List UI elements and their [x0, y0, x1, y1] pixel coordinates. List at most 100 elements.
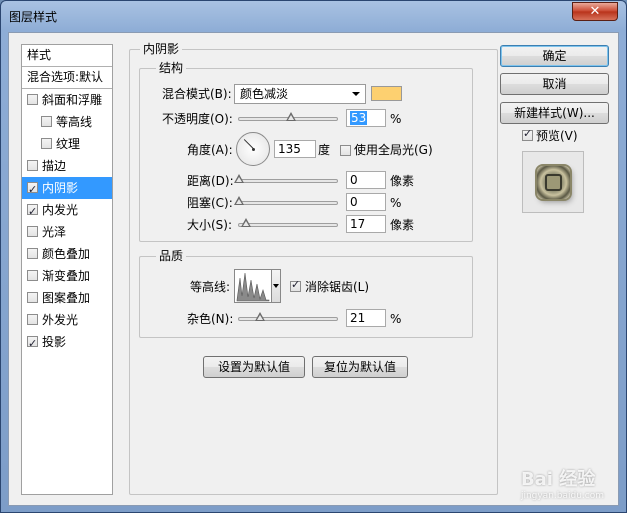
watermark-text: Bai 经验 [520, 469, 596, 490]
distance-label: 距离(D): [187, 174, 234, 188]
style-items: 斜面和浮雕等高线纹理描边内阴影内发光光泽颜色叠加渐变叠加图案叠加外发光投影 [22, 89, 112, 355]
style-item[interactable]: 图案叠加 [22, 287, 112, 309]
quality-title: 品质 [156, 249, 187, 263]
quality-group: 品质 等高线: 消除锯齿(L) 杂色(N): 21 % [139, 249, 473, 338]
size-slider[interactable] [238, 218, 338, 227]
style-item[interactable]: 内阴影 [22, 177, 112, 201]
angle-dial[interactable] [236, 132, 270, 166]
contour-curve-icon [236, 272, 270, 302]
style-item[interactable]: 外发光 [22, 309, 112, 331]
angle-label: 角度(A): [187, 143, 233, 157]
style-item-label: 等高线 [56, 115, 93, 129]
style-item-checkbox[interactable] [41, 138, 52, 149]
cancel-button[interactable]: 取消 [500, 73, 609, 95]
style-preview-thumbnail [522, 151, 584, 213]
style-item-checkbox[interactable] [27, 292, 38, 303]
inner-shadow-group: 内阴影 结构 混合模式(B): 颜色减淡 不透明度(O): 53 % 角度(A)… [129, 42, 498, 495]
style-list: 样式 混合选项:默认 斜面和浮雕等高线纹理描边内阴影内发光光泽颜色叠加渐变叠加图… [21, 44, 113, 495]
blending-options-item[interactable]: 混合选项:默认 [22, 67, 112, 89]
style-item[interactable]: 描边 [22, 155, 112, 177]
style-item[interactable]: 渐变叠加 [22, 265, 112, 287]
opacity-slider[interactable] [238, 112, 338, 121]
angle-center [252, 148, 255, 151]
distance-slider[interactable] [234, 174, 338, 183]
opacity-value: 53 [350, 111, 368, 125]
style-item[interactable]: 颜色叠加 [22, 243, 112, 265]
noise-unit: % [390, 312, 402, 326]
style-item[interactable]: 光泽 [22, 221, 112, 243]
layer-style-dialog: 图层样式 ✕ 样式 混合选项:默认 斜面和浮雕等高线纹理描边内阴影内发光光泽颜色… [0, 0, 627, 513]
noise-slider[interactable] [238, 312, 338, 321]
opacity-label: 不透明度(O): [162, 112, 233, 126]
ok-button[interactable]: 确定 [500, 45, 609, 67]
style-item-checkbox[interactable] [27, 226, 38, 237]
size-input[interactable]: 17 [346, 215, 386, 233]
preview-checkbox[interactable] [522, 127, 533, 141]
reset-default-button[interactable]: 复位为默认值 [312, 356, 408, 378]
opacity-input[interactable]: 53 [346, 109, 386, 127]
style-item-label: 斜面和浮雕 [42, 93, 103, 107]
contour-dropdown-button[interactable] [271, 269, 281, 303]
style-item-label: 光泽 [42, 225, 67, 239]
style-item-checkbox[interactable] [27, 248, 38, 259]
chevron-down-icon [352, 92, 360, 96]
style-item[interactable]: 投影 [22, 331, 112, 355]
noise-slider-thumb[interactable] [254, 312, 265, 322]
window-title: 图层样式 [9, 10, 58, 24]
style-item-label: 图案叠加 [42, 291, 91, 305]
choke-slider[interactable] [234, 196, 338, 205]
style-item-label: 内阴影 [42, 181, 79, 195]
style-item[interactable]: 纹理 [22, 133, 112, 155]
close-button[interactable]: ✕ [572, 2, 618, 21]
preview-tile-image [537, 166, 570, 199]
noise-label: 杂色(N): [187, 312, 234, 326]
baidu-watermark: Bai 经验 jingyan.baidu.com [521, 465, 604, 501]
style-item-checkbox[interactable] [27, 179, 38, 201]
opacity-unit: % [390, 112, 402, 126]
choke-slider-thumb[interactable] [234, 196, 244, 206]
style-item[interactable]: 斜面和浮雕 [22, 89, 112, 111]
distance-slider-thumb[interactable] [234, 174, 244, 184]
style-item-checkbox[interactable] [27, 270, 38, 281]
contour-picker[interactable] [234, 269, 272, 303]
inner-shadow-title: 内阴影 [140, 42, 183, 56]
preview-tile-inner [545, 174, 562, 191]
blend-mode-label: 混合模式(B): [162, 87, 232, 101]
style-item-label: 投影 [42, 335, 67, 349]
global-light-label[interactable]: 使用全局光(G) [354, 142, 433, 158]
style-item-label: 颜色叠加 [42, 247, 91, 261]
global-light-checkbox[interactable] [340, 145, 351, 156]
opacity-slider-thumb[interactable] [285, 112, 296, 122]
distance-input[interactable]: 0 [346, 171, 386, 189]
style-item-checkbox[interactable] [27, 333, 38, 355]
style-item[interactable]: 内发光 [22, 199, 112, 223]
style-item-label: 外发光 [42, 313, 79, 327]
dialog-client-area: 样式 混合选项:默认 斜面和浮雕等高线纹理描边内阴影内发光光泽颜色叠加渐变叠加图… [8, 32, 619, 506]
choke-label: 阻塞(C): [187, 196, 233, 210]
new-style-button[interactable]: 新建样式(W)... [500, 102, 609, 124]
antialias-label[interactable]: 消除锯齿(L) [305, 279, 369, 295]
style-item-checkbox[interactable] [27, 201, 38, 223]
make-default-button[interactable]: 设置为默认值 [203, 356, 305, 378]
size-slider-thumb[interactable] [240, 218, 251, 228]
preview-label[interactable]: 预览(V) [536, 128, 578, 144]
style-item[interactable]: 等高线 [22, 111, 112, 133]
style-item-label: 纹理 [56, 137, 81, 151]
style-item-checkbox[interactable] [27, 94, 38, 105]
choke-input[interactable]: 0 [346, 193, 386, 211]
antialias-checkbox[interactable] [290, 278, 301, 292]
style-item-label: 内发光 [42, 203, 79, 217]
blend-mode-select[interactable]: 颜色减淡 [234, 84, 366, 104]
style-item-checkbox[interactable] [27, 314, 38, 325]
style-item-checkbox[interactable] [41, 116, 52, 127]
noise-input[interactable]: 21 [346, 309, 386, 327]
title-bar[interactable]: 图层样式 ✕ [1, 1, 626, 33]
style-item-checkbox[interactable] [27, 160, 38, 171]
angle-input[interactable]: 135 [274, 140, 316, 158]
shadow-color-swatch[interactable] [371, 86, 402, 101]
angle-unit: 度 [318, 143, 331, 157]
distance-unit: 像素 [390, 174, 415, 188]
blend-mode-value: 颜色减淡 [240, 87, 289, 101]
choke-unit: % [390, 196, 402, 210]
styles-header[interactable]: 样式 [22, 45, 112, 67]
